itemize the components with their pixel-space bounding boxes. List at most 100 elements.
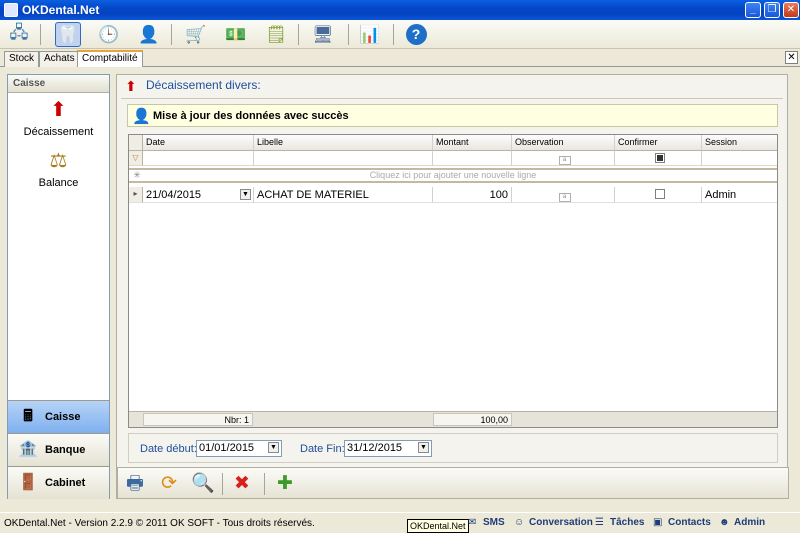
filter-confirmer[interactable] (615, 151, 702, 166)
end-date-value: 31/12/2015 (347, 442, 403, 454)
nav-caisse[interactable]: 🖩 Caisse (8, 400, 109, 433)
refresh-icon[interactable]: ⟳ (156, 471, 182, 497)
admin-link[interactable]: ☻ Admin (719, 517, 765, 528)
column-header-observation[interactable]: Observation (512, 135, 615, 151)
start-date-label: Date début: (140, 443, 197, 455)
column-header-confirmer[interactable]: Confirmer (615, 135, 702, 151)
tab-stock[interactable]: Stock (4, 51, 40, 67)
module-tabs: Stock Achats Comptabilité ✕ (0, 49, 800, 67)
column-header-session[interactable]: Session (702, 135, 777, 151)
add-record-icon[interactable]: ✚ (272, 471, 298, 497)
toolbar-separator (393, 24, 394, 45)
new-row[interactable]: ✳ Cliquez ici pour ajouter une nouvelle … (129, 168, 777, 183)
sidebar-item-balance[interactable]: ⚖ Balance (8, 149, 109, 189)
help-icon[interactable]: ? (403, 22, 429, 47)
cash-register-icon: 🖩 (23, 408, 33, 425)
start-date-value: 01/01/2015 (199, 442, 255, 454)
chevron-down-icon[interactable]: ▼ (418, 442, 429, 453)
search-icon[interactable]: 🔍 (190, 471, 216, 497)
sidebar-item-label: Décaissement (23, 126, 94, 138)
title-bar: OKDental.Net _ ❐ ✕ (0, 0, 800, 20)
copyright-text: OKDental.Net - Version 2.2.9 © 2011 OK S… (4, 518, 315, 529)
tooth-icon[interactable]: 🦷 (55, 22, 81, 47)
delete-icon[interactable]: ✖ (229, 471, 255, 497)
filter-libelle[interactable] (254, 151, 433, 166)
contacts-label: Contacts (668, 517, 711, 528)
nav-cabinet[interactable]: 🚪 Cabinet (8, 466, 109, 499)
divider (121, 98, 783, 99)
sidebar: Caisse ⬆ Décaissement ⚖ Balance 🖩 Caisse… (7, 74, 110, 499)
cell-observation[interactable]: a (512, 187, 615, 203)
sidebar-header: Caisse (8, 75, 109, 93)
new-row-hint: Cliquez ici pour ajouter une nouvelle li… (369, 170, 537, 180)
cell-confirmer[interactable] (615, 187, 702, 203)
data-grid: Date Libelle Montant Observation Confirm… (128, 134, 778, 428)
filter-montant[interactable] (433, 151, 512, 166)
cell-date[interactable]: 21/04/2015 ▼ (143, 187, 254, 203)
conversation-link[interactable]: ☺ Conversation (514, 517, 593, 528)
column-header-date[interactable]: Date (143, 135, 254, 151)
chart-icon[interactable]: 📊 (357, 22, 383, 47)
sms-icon: ✉ (468, 517, 477, 528)
start-date-input[interactable]: 01/01/2015 ▼ (196, 440, 282, 457)
cart-icon[interactable]: 🛒 (183, 22, 209, 47)
conversation-label: Conversation (529, 517, 593, 528)
end-date-input[interactable]: 31/12/2015 ▼ (344, 440, 432, 457)
money-icon[interactable]: 💵 (223, 22, 249, 47)
filter-icon[interactable]: ▽ (129, 151, 143, 166)
nav-banque[interactable]: 🏦 Banque (8, 433, 109, 466)
main-panel: ⬆ Décaissement divers: 👤 Mise à jour des … (116, 74, 788, 499)
tab-comptabilite[interactable]: Comptabilité (77, 50, 143, 67)
filter-session[interactable] (702, 151, 777, 166)
page-title: ⬆ Décaissement divers: (125, 78, 261, 94)
bank-icon: 🏦 (18, 441, 38, 458)
toolbar-separator (348, 24, 349, 45)
app-icon (4, 3, 18, 17)
minimize-button[interactable]: _ (745, 2, 761, 18)
network-icon[interactable]: 🖧 (6, 22, 32, 47)
print-icon[interactable]: 🖶 (122, 471, 148, 497)
date-filter-bar: Date début: 01/01/2015 ▼ Date Fin: 31/12… (128, 433, 778, 463)
close-window-button[interactable]: ✕ (783, 2, 799, 18)
taches-link[interactable]: ☰ Tâches (595, 517, 644, 528)
maximize-button[interactable]: ❐ (764, 2, 780, 18)
add-row-icon: ✳ (133, 170, 141, 180)
window-title: OKDental.Net (22, 3, 100, 17)
success-text: Mise à jour des données avec succès (153, 110, 349, 122)
filter-observation[interactable]: a (512, 151, 615, 166)
chevron-down-icon[interactable]: ▼ (240, 189, 251, 200)
row-indicator-header (129, 135, 143, 151)
cell-montant[interactable]: 100 (433, 187, 512, 203)
cash-out-icon: ⬆ (50, 99, 67, 121)
cell-libelle[interactable]: ACHAT DE MATERIEL (254, 187, 433, 203)
status-bar: OKDental.Net - Version 2.2.9 © 2011 OK S… (0, 512, 800, 533)
cabinet-icon: 🚪 (18, 474, 38, 491)
checkbox-indeterminate[interactable] (654, 153, 665, 163)
cell-session[interactable]: Admin (702, 187, 777, 203)
confirm-checkbox[interactable] (654, 189, 665, 199)
conversation-icon: ☺ (514, 517, 525, 528)
clock-icon[interactable]: 🕒 (96, 22, 122, 47)
column-header-libelle[interactable]: Libelle (254, 135, 433, 151)
user-icon[interactable]: 👤 (136, 22, 162, 47)
nav-label: Cabinet (45, 477, 86, 489)
sidebar-item-decaissement[interactable]: ⬆ Décaissement (8, 98, 109, 138)
notes-icon[interactable]: 🗒 (263, 22, 289, 47)
close-tab-icon[interactable]: ✕ (785, 51, 798, 64)
contacts-link[interactable]: ▣ Contacts (653, 517, 711, 528)
end-date-label: Date Fin: (300, 443, 345, 455)
admin-user-icon: ☻ (719, 517, 730, 528)
tab-achats[interactable]: Achats (39, 51, 80, 67)
chevron-down-icon[interactable]: ▼ (268, 442, 279, 453)
row-selector-icon[interactable]: ▸ (129, 187, 143, 203)
computer-icon[interactable]: 🖥 (310, 22, 336, 47)
toolbar-separator (222, 473, 223, 495)
toolbar-separator (40, 24, 41, 45)
memo-icon: a (558, 156, 571, 165)
filter-date[interactable] (143, 151, 254, 166)
column-header-montant[interactable]: Montant (433, 135, 512, 151)
grid-footer: Nbr: 1 100,00 (129, 411, 777, 427)
sms-link[interactable]: ✉ SMS (468, 517, 505, 528)
contacts-icon: ▣ (653, 517, 663, 528)
nav-label: Caisse (45, 411, 81, 423)
